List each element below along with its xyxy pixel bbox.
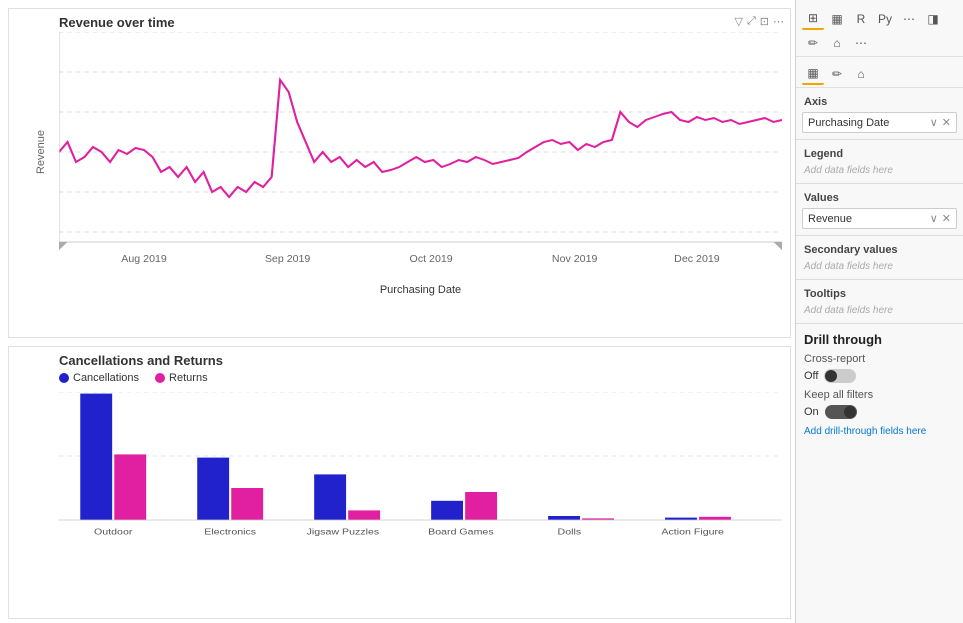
toolbar-more2-icon[interactable]: ⋯ bbox=[850, 32, 872, 54]
axis-field-icons: ∨ ✕ bbox=[930, 116, 951, 129]
svg-text:Board Games: Board Games bbox=[428, 527, 494, 536]
svg-text:Oct 2019: Oct 2019 bbox=[410, 254, 453, 265]
divider-2 bbox=[796, 183, 963, 184]
cancellations-panel: Cancellations and Returns Cancellations … bbox=[8, 346, 791, 619]
tooltips-section-label: Tooltips bbox=[796, 284, 963, 302]
toolbar-table-icon[interactable]: ⊞ bbox=[802, 8, 824, 30]
bar-jigsaw-returns[interactable] bbox=[348, 510, 380, 520]
cross-report-label: Cross-report bbox=[796, 351, 963, 367]
cross-report-toggle[interactable] bbox=[824, 369, 856, 383]
keep-filters-toggle-row: On bbox=[796, 403, 963, 423]
divider-4 bbox=[796, 279, 963, 280]
legend-placeholder: Add data fields here bbox=[796, 162, 963, 179]
revenue-svg: 6K 5K 4K 3K 2K 1K Aug 2019 Sep 2019 Oct … bbox=[59, 32, 782, 272]
keep-filters-state: On bbox=[804, 406, 819, 418]
more-icon[interactable]: ⋯ bbox=[773, 15, 784, 28]
revenue-panel: Revenue over time ▽ ⤢ ⊡ ⋯ Revenue Purcha… bbox=[8, 8, 791, 338]
secondary-section-label: Secondary values bbox=[796, 240, 963, 258]
cross-report-state: Off bbox=[804, 370, 818, 382]
chart-toolbar: ▽ ⤢ ⊡ ⋯ bbox=[735, 15, 785, 28]
x-axis-label: Purchasing Date bbox=[380, 284, 461, 296]
y-axis-label: Revenue bbox=[35, 130, 47, 174]
toolbar-analytics-icon[interactable]: ⌂ bbox=[826, 32, 848, 54]
cancellations-title: Cancellations and Returns bbox=[59, 353, 782, 368]
values-field-icons: ∨ ✕ bbox=[930, 212, 951, 225]
secondary-placeholder: Add data fields here bbox=[796, 258, 963, 275]
legend-dot-returns bbox=[155, 373, 165, 383]
bar-electronics-returns[interactable] bbox=[231, 488, 263, 520]
toolbar-more1-icon[interactable]: ⋯ bbox=[898, 8, 920, 30]
expand-icon[interactable]: ⊡ bbox=[760, 15, 769, 28]
axis-field-name: Purchasing Date bbox=[808, 117, 889, 129]
values-field-pill[interactable]: Revenue ∨ ✕ bbox=[802, 208, 957, 229]
revenue-title: Revenue over time bbox=[59, 15, 782, 30]
keep-filters-toggle[interactable] bbox=[825, 405, 857, 419]
add-drill-through-fields[interactable]: Add drill-through fields here bbox=[796, 423, 963, 440]
toolbar-visual-icon[interactable]: ▦ bbox=[802, 63, 824, 85]
right-panel: ⊞ ▦ R Py ⋯ ◨ ✏ ⌂ ⋯ ▦ ✏ ⌂ Axis Purchasing… bbox=[795, 0, 963, 623]
toolbar-chart-icon[interactable]: ⌂ bbox=[850, 63, 872, 85]
bar-svg: 10K 5K 0K bbox=[59, 392, 782, 552]
svg-text:Sep 2019: Sep 2019 bbox=[265, 254, 311, 265]
legend: Cancellations Returns bbox=[59, 372, 782, 384]
divider-1 bbox=[796, 139, 963, 140]
svg-text:Dolls: Dolls bbox=[558, 527, 582, 536]
legend-dot-cancellations bbox=[59, 373, 69, 383]
svg-text:Nov 2019: Nov 2019 bbox=[552, 254, 598, 265]
drill-through-header: Drill through bbox=[796, 328, 963, 351]
legend-cancellations: Cancellations bbox=[59, 372, 139, 384]
keep-filters-thumb bbox=[844, 406, 856, 418]
toolbar-r-icon[interactable]: R bbox=[850, 8, 872, 30]
bar-jigsaw-cancel[interactable] bbox=[314, 474, 346, 520]
toolbar-bar-icon[interactable]: ▦ bbox=[826, 8, 848, 30]
bar-boardgames-returns[interactable] bbox=[465, 492, 497, 520]
bar-electronics-cancel[interactable] bbox=[197, 458, 229, 520]
legend-label-returns: Returns bbox=[169, 372, 208, 384]
toolbar-icons-2: ▦ ✏ ⌂ bbox=[796, 61, 963, 88]
axis-remove-icon[interactable]: ✕ bbox=[942, 116, 951, 129]
toolbar-brush-icon[interactable]: ✏ bbox=[826, 63, 848, 85]
svg-text:Aug 2019: Aug 2019 bbox=[121, 254, 167, 265]
bar-dolls-cancel[interactable] bbox=[548, 516, 580, 520]
legend-label-cancellations: Cancellations bbox=[73, 372, 139, 384]
bar-outdoor-returns[interactable] bbox=[114, 454, 146, 520]
filter-icon[interactable]: ▽ bbox=[735, 15, 743, 28]
legend-returns: Returns bbox=[155, 372, 208, 384]
values-remove-icon[interactable]: ✕ bbox=[942, 212, 951, 225]
svg-text:Jigsaw Puzzles: Jigsaw Puzzles bbox=[307, 527, 380, 536]
bar-actionfig-returns[interactable] bbox=[699, 517, 731, 520]
svg-text:Action Figure: Action Figure bbox=[661, 527, 724, 536]
svg-text:Outdoor: Outdoor bbox=[94, 527, 132, 536]
axis-section-label: Axis bbox=[796, 92, 963, 110]
toolbar-icons: ⊞ ▦ R Py ⋯ ◨ ✏ ⌂ ⋯ bbox=[796, 6, 963, 57]
values-field-name: Revenue bbox=[808, 213, 852, 225]
toolbar-panel-icon[interactable]: ◨ bbox=[922, 8, 944, 30]
toolbar-format-icon[interactable]: ✏ bbox=[802, 32, 824, 54]
bar-chart: 10K 5K 0K bbox=[59, 392, 782, 552]
divider-3 bbox=[796, 235, 963, 236]
values-section-label: Values bbox=[796, 188, 963, 206]
toolbar-py-icon[interactable]: Py bbox=[874, 8, 896, 30]
main-area: Revenue over time ▽ ⤢ ⊡ ⋯ Revenue Purcha… bbox=[0, 0, 795, 623]
focus-icon[interactable]: ⤢ bbox=[747, 15, 756, 28]
bar-boardgames-cancel[interactable] bbox=[431, 501, 463, 520]
legend-section-label: Legend bbox=[796, 144, 963, 162]
bar-outdoor-cancel[interactable] bbox=[80, 394, 112, 520]
divider-5 bbox=[796, 323, 963, 324]
values-expand-icon[interactable]: ∨ bbox=[930, 212, 938, 225]
keep-filters-label: Keep all filters bbox=[796, 387, 963, 403]
axis-field-pill[interactable]: Purchasing Date ∨ ✕ bbox=[802, 112, 957, 133]
svg-text:Dec 2019: Dec 2019 bbox=[674, 254, 720, 265]
cross-report-toggle-row: Off bbox=[796, 367, 963, 387]
axis-expand-icon[interactable]: ∨ bbox=[930, 116, 938, 129]
revenue-chart: Revenue Purchasing Date 6K 5K 4K 3K 2K 1… bbox=[59, 32, 782, 272]
svg-text:Electronics: Electronics bbox=[204, 527, 256, 536]
tooltips-placeholder: Add data fields here bbox=[796, 302, 963, 319]
